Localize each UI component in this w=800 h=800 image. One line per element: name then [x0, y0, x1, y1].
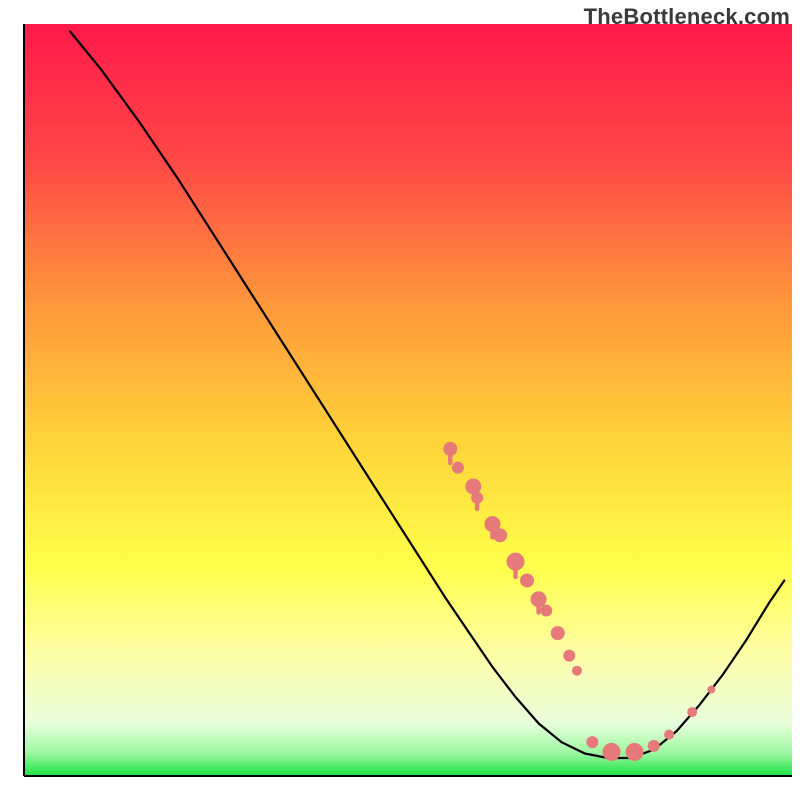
marker-dot — [626, 743, 644, 761]
marker-dot — [572, 666, 582, 676]
marker-dot — [687, 707, 697, 717]
marker-dot — [493, 528, 507, 542]
marker-dot — [551, 626, 565, 640]
marker-dot — [540, 605, 552, 617]
watermark-label: TheBottleneck.com — [584, 4, 790, 30]
marker-dot — [707, 686, 715, 694]
marker-dot — [563, 650, 575, 662]
marker-dot — [507, 553, 525, 571]
marker-dot — [531, 591, 547, 607]
chart-container: TheBottleneck.com — [0, 0, 800, 800]
bottleneck-chart — [0, 0, 800, 800]
marker-dot — [471, 492, 483, 504]
marker-dot — [603, 743, 621, 761]
plot-background — [24, 24, 792, 776]
marker-dot — [452, 462, 464, 474]
marker-dot — [648, 740, 660, 752]
marker-dot — [520, 573, 534, 587]
marker-dot — [443, 442, 457, 456]
marker-dot — [664, 730, 674, 740]
marker-dot — [586, 736, 598, 748]
